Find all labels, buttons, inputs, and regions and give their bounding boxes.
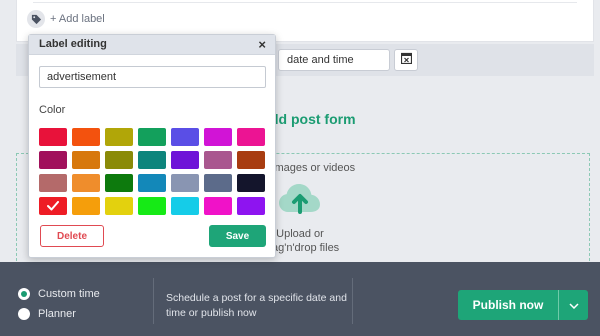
color-swatch[interactable] xyxy=(39,174,67,192)
planner-label: Planner xyxy=(38,308,76,320)
color-swatch[interactable] xyxy=(171,128,199,146)
tag-icon[interactable] xyxy=(27,10,45,28)
checkmark-icon xyxy=(47,201,59,211)
color-swatch[interactable] xyxy=(105,197,133,215)
custom-time-option[interactable]: Custom time xyxy=(18,288,100,300)
color-swatch[interactable] xyxy=(39,128,67,146)
divider xyxy=(33,2,577,3)
color-swatch[interactable] xyxy=(39,197,67,215)
color-swatch[interactable] xyxy=(138,197,166,215)
dropzone-label: images or videos xyxy=(272,162,356,174)
add-label-row[interactable]: + Add label xyxy=(27,10,105,28)
label-name-input[interactable] xyxy=(39,66,266,88)
color-swatch[interactable] xyxy=(204,197,232,215)
custom-time-label: Custom time xyxy=(38,288,100,300)
color-swatch[interactable] xyxy=(138,128,166,146)
popup-title: Label editing xyxy=(39,38,107,50)
color-swatch[interactable] xyxy=(237,151,265,169)
upload-line-1: Upload or xyxy=(276,228,324,240)
color-swatch[interactable] xyxy=(171,197,199,215)
calendar-button[interactable] xyxy=(394,49,418,71)
chevron-down-icon xyxy=(568,296,579,314)
planner-radio[interactable] xyxy=(18,308,30,320)
publish-button-group: Publish now xyxy=(458,290,588,320)
custom-time-radio[interactable] xyxy=(18,288,30,300)
publish-options-button[interactable] xyxy=(558,290,588,320)
planner-option[interactable]: Planner xyxy=(18,308,76,320)
color-swatch[interactable] xyxy=(204,174,232,192)
delete-button[interactable]: Delete xyxy=(40,225,104,247)
color-swatch[interactable] xyxy=(72,174,100,192)
separator xyxy=(352,278,353,324)
color-swatch[interactable] xyxy=(72,151,100,169)
calendar-x-icon xyxy=(400,51,412,69)
publish-now-button[interactable]: Publish now xyxy=(458,290,558,320)
upload-instructions: Upload or ag'n'drop files xyxy=(272,227,340,255)
color-swatch[interactable] xyxy=(171,151,199,169)
page-title: dd post form xyxy=(270,111,356,127)
color-swatch[interactable] xyxy=(105,128,133,146)
date-time-input[interactable]: date and time xyxy=(278,49,390,71)
label-editing-popup: Label editing × Color Delete Save xyxy=(28,34,276,258)
color-swatch[interactable] xyxy=(138,174,166,192)
color-swatch[interactable] xyxy=(204,128,232,146)
upload-line-2: ag'n'drop files xyxy=(272,242,340,254)
color-swatch[interactable] xyxy=(39,151,67,169)
color-swatch[interactable] xyxy=(72,128,100,146)
add-label-link[interactable]: + Add label xyxy=(50,13,105,25)
color-swatch[interactable] xyxy=(237,174,265,192)
color-swatch[interactable] xyxy=(171,174,199,192)
color-label: Color xyxy=(39,104,66,116)
color-swatch[interactable] xyxy=(105,151,133,169)
color-swatch-grid xyxy=(39,128,265,215)
color-swatch[interactable] xyxy=(204,151,232,169)
color-swatch[interactable] xyxy=(105,174,133,192)
color-swatch[interactable] xyxy=(72,197,100,215)
color-swatch[interactable] xyxy=(138,151,166,169)
color-swatch[interactable] xyxy=(237,197,265,215)
separator xyxy=(153,278,154,324)
popup-header: Label editing × xyxy=(29,35,275,55)
schedule-description: Schedule a post for a specific date and … xyxy=(166,292,347,319)
close-icon[interactable]: × xyxy=(258,37,266,52)
cloud-upload-icon[interactable] xyxy=(278,182,322,221)
color-swatch[interactable] xyxy=(237,128,265,146)
save-button[interactable]: Save xyxy=(209,225,266,247)
